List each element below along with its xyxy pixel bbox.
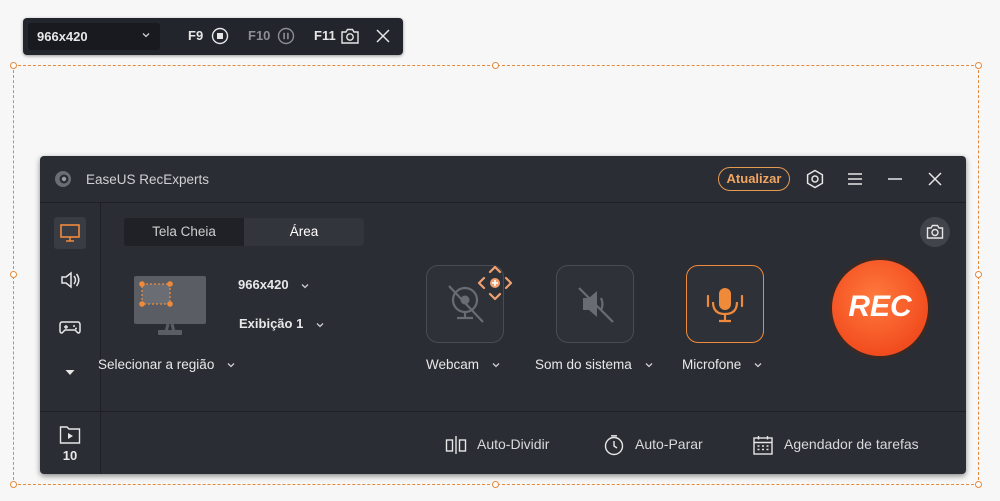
system-sound-label: Som do sistema (535, 357, 632, 372)
chevron-down-icon (227, 363, 235, 368)
chevron-down-icon (754, 363, 762, 368)
screenshot-button[interactable] (920, 217, 950, 247)
app-logo-icon (55, 171, 71, 187)
webcam-dropdown[interactable]: Webcam (426, 357, 501, 372)
calendar-icon (753, 436, 773, 455)
chevron-down-icon (316, 322, 324, 327)
close-icon[interactable] (374, 27, 392, 45)
mode-tabs: Tela Cheia Área (124, 218, 364, 246)
title-bar: EaseUS RecExperts Atualizar (40, 156, 966, 203)
rec-button[interactable]: REC (832, 260, 928, 356)
microphone-icon (706, 288, 744, 323)
resize-handle[interactable] (10, 62, 17, 69)
split-icon (445, 436, 467, 454)
resolution-dropdown[interactable]: 966x420 (28, 23, 160, 50)
display-value: Exibição 1 (239, 316, 304, 331)
area-resolution-dropdown[interactable]: 966x420 (238, 277, 310, 292)
region-select-icon[interactable] (132, 274, 208, 338)
recordings-list-button[interactable]: 10 (40, 411, 100, 474)
stop-icon[interactable] (211, 27, 229, 45)
sidebar-item-game[interactable] (54, 311, 86, 343)
gamepad-icon (59, 321, 81, 334)
screenshot-hotkey: F11 (314, 28, 336, 43)
system-sound-toggle[interactable] (556, 265, 634, 343)
monitor-icon (60, 224, 80, 242)
pause-hotkey: F10 (248, 28, 271, 43)
resize-handle[interactable] (492, 62, 499, 69)
settings-icon[interactable] (804, 168, 826, 190)
resize-handle[interactable] (975, 481, 982, 488)
menu-icon[interactable] (844, 168, 866, 190)
app-window: EaseUS RecExperts Atualizar 10 Tela Chei… (40, 156, 966, 474)
resize-handle[interactable] (975, 271, 982, 278)
system-sound-dropdown[interactable]: Som do sistema (535, 357, 654, 372)
chevron-down-icon (492, 363, 500, 368)
app-title: EaseUS RecExperts (86, 172, 210, 187)
area-resolution-value: 966x420 (238, 277, 289, 292)
pause-icon[interactable] (277, 27, 295, 45)
chevron-down-icon (645, 363, 653, 368)
auto-split-label: Auto-Dividir (477, 436, 550, 452)
speaker-icon (61, 271, 80, 289)
video-folder-icon (59, 426, 81, 444)
resize-handle[interactable] (10, 481, 17, 488)
resize-handle[interactable] (492, 481, 499, 488)
sidebar: 10 (40, 203, 101, 474)
sidebar-item-audio[interactable] (54, 264, 86, 296)
minimize-icon[interactable] (884, 168, 906, 190)
webcam-label: Webcam (426, 357, 480, 372)
bottom-bar: Auto-Dividir Auto-Parar Agendador de tar… (101, 411, 966, 474)
rec-label: REC (848, 290, 912, 323)
select-region-label: Selecionar a região (98, 357, 215, 372)
sidebar-more-button[interactable] (54, 356, 86, 388)
recordings-count: 10 (62, 448, 78, 463)
microphone-toggle[interactable] (686, 265, 764, 343)
chevron-down-icon (142, 33, 150, 38)
microphone-label: Microfone (682, 357, 742, 372)
speaker-muted-icon (578, 287, 614, 323)
chevron-down-icon (301, 283, 309, 288)
resolution-value: 966x420 (37, 29, 88, 44)
tab-full-screen[interactable]: Tela Cheia (124, 218, 244, 246)
tab-area[interactable]: Área (244, 218, 364, 246)
upgrade-button[interactable]: Atualizar (718, 167, 790, 191)
display-dropdown[interactable]: Exibição 1 (239, 316, 325, 331)
microphone-dropdown[interactable]: Microfone (682, 357, 763, 372)
resize-handle[interactable] (10, 271, 17, 278)
auto-stop-label: Auto-Parar (635, 436, 703, 452)
close-icon[interactable] (924, 168, 946, 190)
move-icon[interactable] (475, 263, 515, 303)
recording-toolbar: 966x420 F9 F10 F11 (23, 18, 403, 55)
resize-handle[interactable] (975, 62, 982, 69)
select-region-dropdown[interactable]: Selecionar a região (98, 357, 236, 372)
triangle-down-icon (65, 370, 75, 375)
timer-icon (604, 435, 624, 456)
sidebar-item-screen[interactable] (54, 217, 86, 249)
stop-hotkey: F9 (188, 28, 204, 43)
task-scheduler-label: Agendador de tarefas (784, 436, 919, 452)
camera-icon[interactable] (340, 27, 360, 45)
